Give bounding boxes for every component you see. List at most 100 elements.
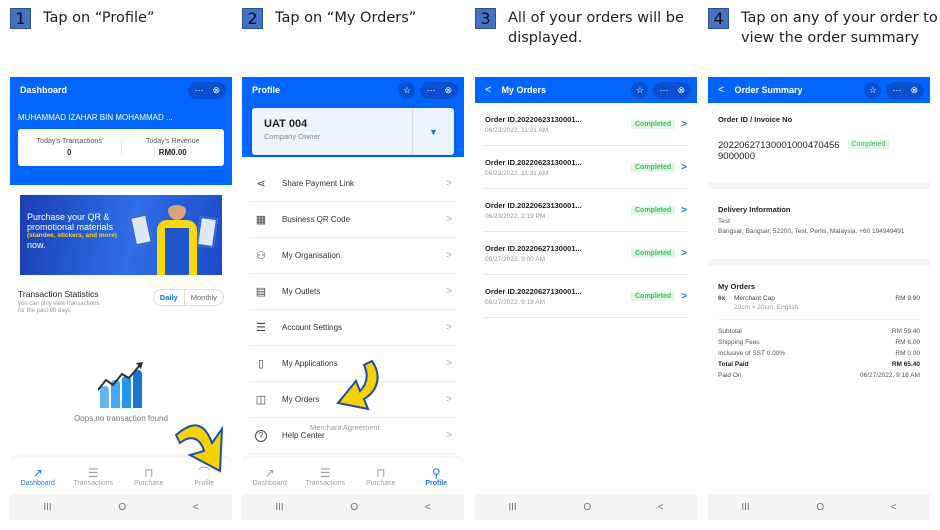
user-name: MUHAMMAD IZAHAR BIN MOHAMMAD ... xyxy=(18,113,173,122)
toggle-monthly[interactable]: Monthly xyxy=(185,290,223,305)
home-button[interactable]: O xyxy=(350,502,358,513)
nav-profile[interactable]: ⚲ Profile xyxy=(409,458,465,494)
app-bar: Profile ☆ ⋯ ⊗ xyxy=(242,77,464,103)
home-button[interactable]: O xyxy=(118,502,126,513)
mascot-image xyxy=(154,198,200,275)
today-summary-card: Today's Transactions 0 Today's Revenue R… xyxy=(18,129,224,166)
menu-item-my-outlets[interactable]: ▤ My Outlets > xyxy=(250,274,456,310)
chevron-right-icon: > xyxy=(681,118,687,130)
stats-subtitle: you can only view transactions for the p… xyxy=(18,301,100,314)
page-title: Profile xyxy=(252,85,281,95)
system-nav-bar: III O < xyxy=(10,494,232,520)
promo-banner[interactable]: Purchase your QR & promotional materials… xyxy=(20,195,222,275)
system-back-button[interactable]: < xyxy=(658,502,664,513)
account-switcher[interactable]: UAT 004 Company Owner ▼ xyxy=(252,108,454,155)
order-date: 06/23/2022, 11:31 AM xyxy=(485,169,549,177)
mini-program-capsule: ⋯ ⊗ xyxy=(653,81,691,99)
nav-dashboard[interactable]: ↗ Dashboard xyxy=(10,458,66,494)
home-button[interactable]: O xyxy=(816,502,824,513)
transactions-value: 0 xyxy=(67,148,72,157)
close-icon[interactable]: ⊗ xyxy=(677,85,685,95)
close-icon[interactable]: ⊗ xyxy=(444,85,452,95)
menu-label: My Outlets xyxy=(282,287,321,296)
mini-program-capsule: ⋯ ⊗ xyxy=(886,81,924,99)
more-icon[interactable]: ⋯ xyxy=(426,85,435,95)
system-back-button[interactable]: < xyxy=(891,502,897,513)
bag-icon: ◫ xyxy=(255,394,267,406)
status-badge: Completed xyxy=(630,291,676,301)
status-badge: Completed xyxy=(630,205,676,215)
banner-line: Purchase your QR & xyxy=(27,212,110,222)
close-icon[interactable]: ⊗ xyxy=(212,85,220,95)
menu-item-my-organisation[interactable]: ⚇ My Organisation > xyxy=(250,238,456,274)
chevron-right-icon: > xyxy=(446,358,452,369)
more-icon[interactable]: ⋯ xyxy=(659,85,668,95)
order-row[interactable]: Order ID.20220623130001... 06/23/2022, 2… xyxy=(485,189,687,232)
menu-item-my-orders[interactable]: ◫ My Orders > xyxy=(250,382,456,418)
status-badge: Completed xyxy=(630,248,676,258)
orders-label: My Orders xyxy=(718,282,756,291)
nav-transactions[interactable]: ☰ Transactions xyxy=(298,458,354,494)
sliders-icon: ☰ xyxy=(256,322,266,334)
toggle-daily[interactable]: Daily xyxy=(154,290,185,305)
transaction-statistics: Transaction Statistics you can only view… xyxy=(10,289,232,315)
recent-apps-button[interactable]: III xyxy=(275,502,283,513)
order-id: Order ID.20220627130001... xyxy=(485,286,582,296)
star-icon[interactable]: ☆ xyxy=(398,81,416,99)
system-back-button[interactable]: < xyxy=(425,502,431,513)
home-button[interactable]: O xyxy=(583,502,591,513)
nav-purchase[interactable]: ⊓ Purchase xyxy=(121,458,177,494)
share-icon: ⋖ xyxy=(256,178,266,190)
star-icon[interactable]: ☆ xyxy=(864,81,882,99)
chevron-right-icon: > xyxy=(446,430,452,441)
status-badge: Completed xyxy=(630,162,676,172)
order-id: Order ID.20220623130001... xyxy=(485,200,582,210)
dashboard-header: MUHAMMAD IZAHAR BIN MOHAMMAD ... Today's… xyxy=(10,103,232,185)
step-number: 1 xyxy=(10,8,31,29)
nav-dashboard[interactable]: ↗ Dashboard xyxy=(242,458,298,494)
more-icon[interactable]: ⋯ xyxy=(892,85,901,95)
subtotal-row: Subtotal RM 59.40 xyxy=(718,328,920,335)
step-3-caption: 3 All of your orders will be displayed. xyxy=(475,8,708,48)
today-revenue: Today's Revenue RM0.00 xyxy=(122,138,225,157)
order-row[interactable]: Order ID.20220627130001... 06/27/2022, 9… xyxy=(485,232,687,275)
orders-list: Order ID.20220623130001... 06/23/2022, 1… xyxy=(475,103,697,318)
transactions-label: Today's Transactions xyxy=(36,138,102,145)
merchant-agreement-label: Merchant Agreement xyxy=(310,423,380,432)
step-1-caption: 1 Tap on “Profile” xyxy=(10,8,243,29)
menu-item-account-settings[interactable]: ☰ Account Settings > xyxy=(250,310,456,346)
back-icon[interactable]: < xyxy=(485,84,491,96)
system-back-button[interactable]: < xyxy=(193,502,199,513)
back-icon[interactable]: < xyxy=(718,84,724,96)
revenue-value: RM0.00 xyxy=(158,148,187,157)
nav-purchase[interactable]: ⊓ Purchase xyxy=(353,458,409,494)
delivery-section: Delivery Information Test Bangsar, Bangs… xyxy=(708,189,930,259)
paid-on-row: Paid On 06/27/2022, 9:18 AM xyxy=(718,372,920,379)
status-badge: Completed xyxy=(847,140,890,149)
close-icon[interactable]: ⊗ xyxy=(910,85,918,95)
star-icon[interactable]: ☆ xyxy=(631,81,649,99)
nav-profile[interactable]: ⌒ Profile xyxy=(177,458,233,494)
menu-item-business-qr-code[interactable]: ▦ Business QR Code > xyxy=(250,202,456,238)
recent-apps-button[interactable]: III xyxy=(508,502,516,513)
qr-code-icon: ▦ xyxy=(255,214,267,226)
more-icon[interactable]: ⋯ xyxy=(194,85,203,95)
account-name: UAT 004 xyxy=(264,118,308,130)
item-name: Merchant Cap xyxy=(734,295,775,302)
order-row[interactable]: Order ID.20220623130001... 06/23/2022, 1… xyxy=(485,146,687,189)
order-row[interactable]: Order ID.20220627130001... 06/27/2022, 9… xyxy=(485,275,687,318)
caret-down-icon[interactable]: ▼ xyxy=(412,108,454,155)
bottom-nav: ↗ Dashboard ☰ Transactions ⊓ Purchase ⌒ Prof… xyxy=(10,458,232,494)
menu-item-share-payment-link[interactable]: ⋖ Share Payment Link > xyxy=(250,166,456,202)
chevron-right-icon: > xyxy=(446,178,452,189)
banner-highlight: (standee, stickers, and more) xyxy=(27,232,117,239)
order-row[interactable]: Order ID.20220623130001... 06/23/2022, 1… xyxy=(485,103,687,146)
recent-apps-button[interactable]: III xyxy=(43,502,51,513)
menu-item-my-applications[interactable]: ▯ My Applications > xyxy=(250,346,456,382)
order-date: 06/27/2022, 9:00 AM xyxy=(485,255,545,263)
mini-program-capsule: ⋯ ⊗ xyxy=(188,81,226,99)
nav-transactions[interactable]: ☰ Transactions xyxy=(66,458,122,494)
menu-label: Account Settings xyxy=(282,323,343,332)
recent-apps-button[interactable]: III xyxy=(741,502,749,513)
item-quantity: 6x xyxy=(718,295,726,302)
